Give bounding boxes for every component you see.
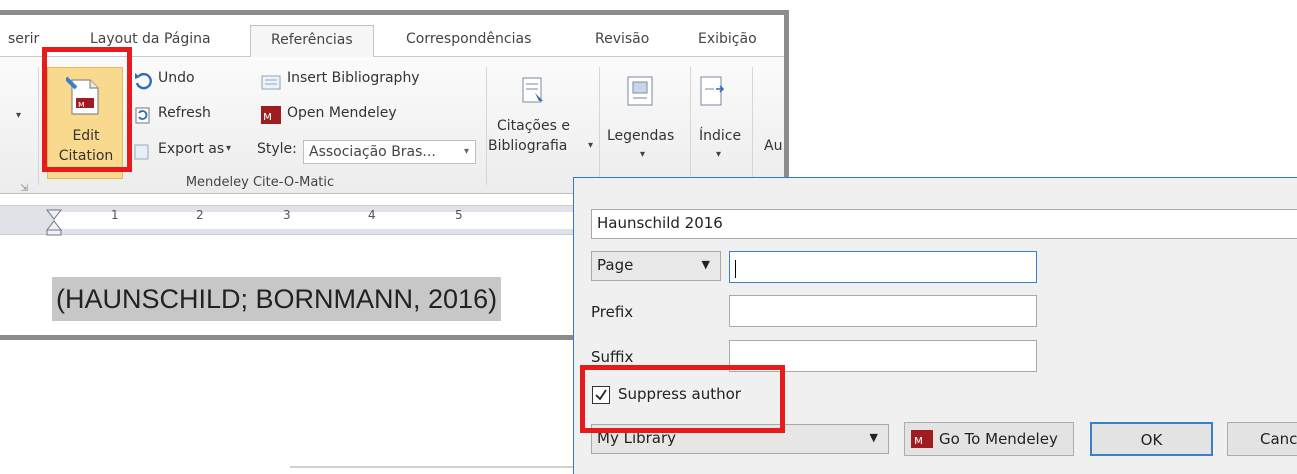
export-as-dropdown-icon[interactable]: ▾ <box>226 143 231 154</box>
citacoes-label-line2[interactable]: Bibliografia <box>488 138 567 154</box>
locator-value-field[interactable] <box>729 251 1037 283</box>
mendeley-logo-icon: ᴍ <box>261 106 281 124</box>
insert-bibliography-icon <box>261 75 281 90</box>
legendas-dropdown-icon[interactable]: ▾ <box>640 149 645 160</box>
prefix-label: Prefix <box>591 303 634 321</box>
undo-icon <box>135 73 152 90</box>
ruler-number: 1 <box>111 208 119 222</box>
citations-bibliography-icon <box>522 77 543 103</box>
style-label: Style: <box>257 141 297 157</box>
locator-type-value: Page <box>597 256 634 274</box>
citacoes-label-line1[interactable]: Citações e <box>497 118 570 134</box>
svg-text:ᴍ: ᴍ <box>914 433 923 447</box>
ruler-number: 4 <box>368 208 376 222</box>
highlight-box-suppress-author <box>580 365 785 433</box>
group-separator <box>599 67 600 185</box>
legendas-button[interactable]: Legendas <box>607 128 674 144</box>
locator-dropdown-arrow-icon: ▼ <box>701 258 710 271</box>
left-dropdown-arrow-icon[interactable]: ▾ <box>16 110 21 121</box>
page-edge-line <box>290 466 573 468</box>
group-separator <box>752 67 753 185</box>
tab-revisao[interactable]: Revisão <box>585 25 659 57</box>
cancel-button[interactable]: Canc <box>1227 422 1297 456</box>
highlight-box-edit-citation <box>42 47 132 172</box>
prefix-field[interactable] <box>729 295 1037 327</box>
tab-correspondencias[interactable]: Correspondências <box>396 25 541 57</box>
svg-text:ᴍ: ᴍ <box>263 109 272 123</box>
suffix-label: Suffix <box>591 348 634 366</box>
undo-button[interactable]: Undo <box>158 70 195 86</box>
go-to-mendeley-button[interactable]: ᴍ Go To Mendeley <box>904 422 1074 456</box>
tab-exibicao[interactable]: Exibição <box>688 25 767 57</box>
export-as-button[interactable]: Export as <box>158 141 224 157</box>
library-dropdown-arrow-icon: ▼ <box>869 431 878 444</box>
indice-icon <box>700 76 725 106</box>
style-dropdown[interactable]: Associação Bras... ▾ <box>303 140 476 164</box>
open-mendeley-button[interactable]: Open Mendeley <box>287 105 397 121</box>
locator-type-dropdown[interactable]: Page ▼ <box>591 251 721 281</box>
style-dropdown-arrow-icon: ▾ <box>463 146 469 157</box>
ok-button[interactable]: OK <box>1090 422 1213 456</box>
tab-referencias[interactable]: Referências <box>250 25 374 58</box>
refresh-button[interactable]: Refresh <box>158 105 211 121</box>
insert-bibliography-button[interactable]: Insert Bibliography <box>287 70 420 86</box>
group-separator <box>38 67 39 185</box>
group-separator <box>690 67 691 185</box>
indice-dropdown-icon[interactable]: ▾ <box>716 149 721 160</box>
citation-search-field[interactable]: Haunschild 2016 <box>591 209 1297 239</box>
go-to-mendeley-label: Go To Mendeley <box>939 430 1058 448</box>
export-icon <box>134 144 149 160</box>
refresh-icon <box>135 107 150 124</box>
ruler-number: 2 <box>196 208 204 222</box>
group-separator <box>486 67 487 185</box>
citacoes-dropdown-icon[interactable]: ▾ <box>588 140 593 151</box>
mendeley-logo-icon: ᴍ <box>911 430 933 448</box>
ruler-number: 3 <box>283 208 291 222</box>
ruler-number: 5 <box>455 208 463 222</box>
partial-ribbon-label[interactable]: Au <box>764 138 782 154</box>
indice-button[interactable]: Índice <box>699 128 741 144</box>
style-value: Associação Bras... <box>309 144 436 160</box>
text-caret <box>735 260 736 278</box>
mendeley-group-label: Mendeley Cite-O-Matic <box>185 175 335 190</box>
indent-marker-icon[interactable] <box>44 208 64 236</box>
selected-citation-text[interactable]: (HAUNSCHILD; BORNMANN, 2016) <box>52 277 502 321</box>
legendas-icon <box>627 76 653 106</box>
